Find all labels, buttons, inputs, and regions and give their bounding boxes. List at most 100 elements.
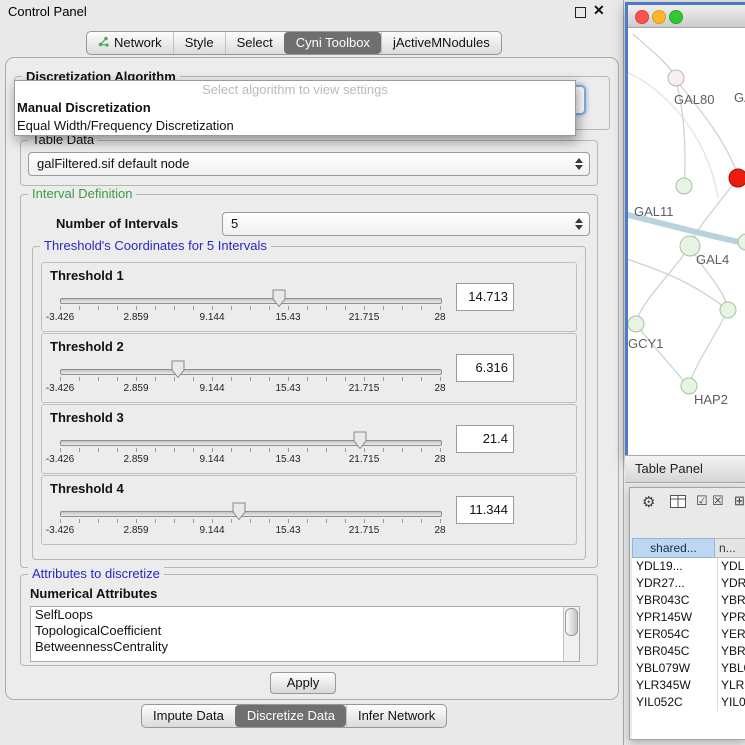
table-panel-title: Table Panel — [635, 456, 703, 482]
network-canvas[interactable]: GAL80 GA GAL11 GAL4 GCY1 HAP2 — [628, 28, 745, 456]
numerical-attributes-label: Numerical Attributes — [30, 586, 157, 601]
column-header-name[interactable]: n... — [715, 538, 745, 558]
mac-zoom-icon[interactable] — [669, 10, 683, 24]
node[interactable] — [720, 302, 736, 318]
table-row[interactable]: YER054CYER0... — [632, 626, 745, 643]
tab-network-label: Network — [114, 32, 162, 54]
threshold-1-label: Threshold 1 — [50, 268, 124, 283]
threshold-1-value-field[interactable]: 14.713 — [456, 283, 514, 311]
node-label: GAL80 — [674, 92, 714, 107]
unselect-all-icon[interactable]: ☒ — [712, 493, 724, 509]
scrollbar-thumb[interactable] — [565, 608, 578, 636]
table-panel-window: ⚙ ☑ ☒ ⊞ shared... n... YDL19...YDL1... Y… — [629, 487, 745, 740]
node-gal80[interactable] — [668, 70, 684, 86]
table-row[interactable]: YPR145WYPR1... — [632, 609, 745, 626]
threshold-3-slider[interactable]: -3.426 2.859 9.144 15.43 21.715 28 — [50, 427, 450, 471]
numerical-attributes-list[interactable]: SelfLoops TopologicalCoefficient Between… — [30, 606, 580, 662]
slider-track[interactable] — [60, 298, 442, 304]
node-label: HAP2 — [694, 392, 728, 407]
dropdown-item-equal-width[interactable]: Equal Width/Frequency Discretization — [15, 117, 575, 135]
mac-close-icon[interactable] — [635, 10, 649, 24]
tab-cyni-toolbox[interactable]: Cyni Toolbox — [284, 32, 381, 54]
threshold-4-thumb[interactable] — [232, 502, 246, 521]
algorithm-dropdown-popup: Select algorithm to view settings Manual… — [14, 80, 576, 136]
threshold-4-box: Threshold 4 -3.426 2.859 9.144 15.43 21.… — [41, 475, 577, 545]
table-panel-header[interactable]: Table Panel — [625, 455, 745, 483]
network-window-titlebar[interactable] — [628, 5, 745, 28]
mac-minimize-icon[interactable] — [652, 10, 666, 24]
select-all-icon[interactable]: ☑ — [696, 493, 708, 509]
threshold-2-slider[interactable]: -3.426 2.859 9.144 15.43 21.715 28 — [50, 356, 450, 400]
number-of-intervals-combobox[interactable]: 5 — [222, 212, 590, 236]
threshold-3-thumb[interactable] — [353, 431, 367, 450]
threshold-4-value-field[interactable]: 11.344 — [456, 496, 514, 524]
tab-select[interactable]: Select — [225, 32, 284, 54]
interval-definition-title: Interval Definition — [28, 187, 136, 201]
threshold-3-label: Threshold 3 — [50, 410, 124, 425]
slider-track[interactable] — [60, 511, 442, 517]
table-data-value: galFiltered.sif default node — [37, 153, 189, 175]
slider-tick-labels: -3.426 2.859 9.144 15.43 21.715 28 — [50, 454, 450, 466]
combo-spinner-icon — [575, 158, 583, 170]
slider-track[interactable] — [60, 440, 442, 446]
number-of-intervals-label: Number of Intervals — [56, 216, 178, 231]
node[interactable] — [738, 234, 745, 250]
node-gcy1[interactable] — [628, 316, 644, 332]
table-data-combobox[interactable]: galFiltered.sif default node — [28, 152, 590, 176]
list-scrollbar[interactable] — [563, 607, 579, 661]
panel-title: Control Panel — [8, 4, 87, 19]
threshold-3-value-field[interactable]: 21.4 — [456, 425, 514, 453]
node-label: GAL11 — [634, 204, 674, 219]
tab-style[interactable]: Style — [173, 32, 225, 54]
network-view-window: GAL80 GA GAL11 GAL4 GCY1 HAP2 — [625, 2, 745, 459]
slider-tickmarks — [60, 519, 441, 523]
threshold-2-value-field[interactable]: 6.316 — [456, 354, 514, 382]
tab-infer-network[interactable]: Infer Network — [346, 705, 446, 727]
table-row[interactable]: YDL19...YDL1... — [632, 558, 745, 575]
node-label: GAL4 — [696, 252, 729, 267]
threshold-1-slider[interactable]: -3.426 2.859 9.144 15.43 21.715 28 — [50, 285, 450, 329]
function-icon[interactable]: ⊞ — [734, 493, 745, 509]
table-row[interactable]: YLR345WYLR3... — [632, 677, 745, 694]
apply-button[interactable]: Apply — [270, 672, 336, 694]
attributes-group-title: Attributes to discretize — [28, 567, 164, 581]
slider-tickmarks — [60, 306, 441, 310]
list-item[interactable]: BetweennessCentrality — [31, 639, 579, 655]
tab-impute-data[interactable]: Impute Data — [142, 705, 235, 727]
table-body: YDL19...YDL1... YDR27...YDR2... YBR043CY… — [632, 558, 745, 739]
slider-tickmarks — [60, 448, 441, 452]
threshold-1-thumb[interactable] — [272, 289, 286, 308]
table-header-row: shared... n... — [632, 538, 745, 558]
slider-track[interactable] — [60, 369, 442, 375]
close-icon[interactable]: ✕ — [593, 2, 605, 19]
column-header-shared-name[interactable]: shared... — [632, 538, 715, 558]
list-item[interactable]: SelfLoops — [31, 607, 579, 623]
combo-spinner-icon — [575, 218, 583, 230]
gear-icon[interactable]: ⚙ — [642, 493, 655, 511]
table-row[interactable]: YDR27...YDR2... — [632, 575, 745, 592]
dropdown-item-manual-discretization[interactable]: Manual Discretization — [15, 99, 575, 117]
network-graph: GAL80 GA GAL11 GAL4 GCY1 HAP2 — [628, 28, 745, 454]
node-selected-red[interactable] — [729, 169, 745, 187]
dropdown-placeholder: Select algorithm to view settings — [15, 81, 575, 99]
bottom-tabbar: Impute Data Discretize Data Infer Networ… — [141, 704, 447, 728]
tab-jactivemnodules[interactable]: jActiveMNodules — [381, 32, 501, 54]
list-item[interactable]: TopologicalCoefficient — [31, 623, 579, 639]
tab-network[interactable]: Network — [87, 32, 173, 54]
table-row[interactable]: YBL079WYBL0... — [632, 660, 745, 677]
table-row[interactable]: YBR043CYBR0... — [632, 592, 745, 609]
threshold-3-box: Threshold 3 -3.426 2.859 9.144 15.43 21.… — [41, 404, 577, 474]
node-gal11[interactable] — [676, 178, 692, 194]
control-panel: Control Panel ✕ Network Style Select Cyn… — [0, 0, 624, 745]
tab-discretize-data[interactable]: Discretize Data — [235, 705, 346, 727]
threshold-4-slider[interactable]: -3.426 2.859 9.144 15.43 21.715 28 — [50, 498, 450, 542]
number-of-intervals-value: 5 — [231, 213, 238, 235]
table-row[interactable]: YIL052CYIL0... — [632, 694, 745, 711]
threshold-2-label: Threshold 2 — [50, 339, 124, 354]
float-window-icon[interactable] — [575, 7, 586, 18]
table-row[interactable]: YBR045CYBR0... — [632, 643, 745, 660]
columns-icon[interactable] — [670, 495, 686, 512]
threshold-2-thumb[interactable] — [171, 360, 185, 379]
network-icon — [98, 32, 109, 54]
threshold-1-box: Threshold 1 -3.426 2.859 9.144 15.43 21.… — [41, 262, 577, 332]
